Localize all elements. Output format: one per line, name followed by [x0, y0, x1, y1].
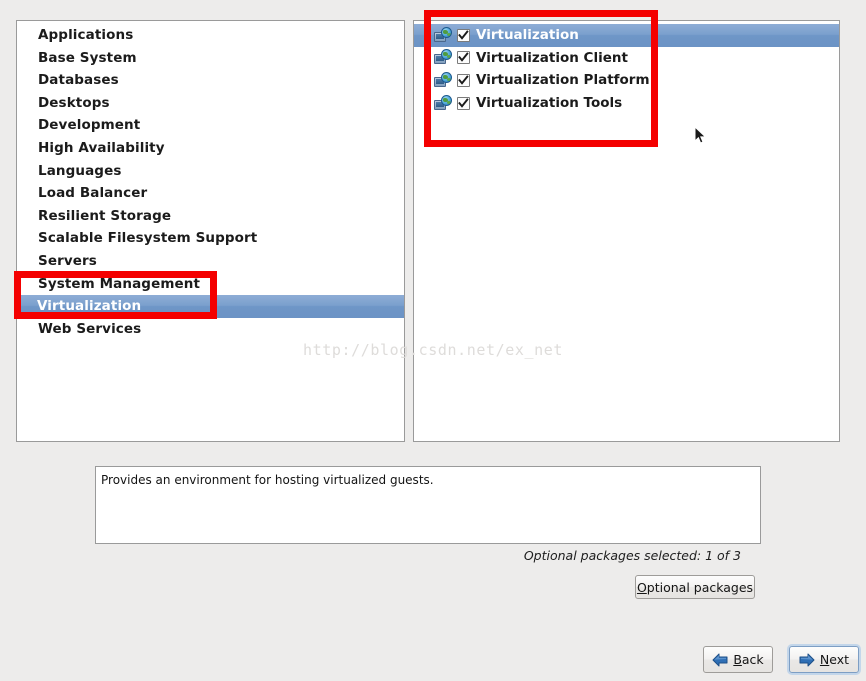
group-list-item-label: Desktops: [38, 94, 110, 111]
group-list-item-label: Databases: [38, 72, 119, 89]
group-list-item-label: Virtualization: [37, 298, 142, 315]
watermark-url: http://blog.csdn.net/ex_net: [303, 341, 564, 359]
package-list-item-label: Virtualization Tools: [476, 95, 623, 112]
group-list-item[interactable]: System Management: [17, 273, 404, 296]
package-network-computer-icon: [434, 71, 452, 89]
back-mnemonic: B: [733, 652, 742, 667]
group-list-item-label: Servers: [38, 252, 97, 269]
group-list-item[interactable]: Base System: [17, 47, 404, 70]
package-list-item-label: Virtualization Client: [476, 49, 628, 66]
group-list-item[interactable]: Web Services: [17, 318, 404, 341]
package-list[interactable]: Virtualization Virtualization Client Virtu…: [414, 21, 839, 441]
group-list-item-label: System Management: [38, 275, 201, 292]
group-list-item-label: Base System: [38, 49, 137, 66]
optional-packages-button[interactable]: Optional packages: [635, 575, 755, 599]
group-list-item-label: Development: [38, 117, 141, 134]
group-list-item-label: Load Balancer: [38, 185, 148, 202]
group-list-item[interactable]: Applications: [17, 24, 404, 47]
back-suffix: ack: [741, 652, 764, 667]
package-list-item-label: Virtualization: [476, 27, 579, 44]
package-checkbox[interactable]: [457, 28, 470, 42]
next-button[interactable]: Next: [789, 646, 859, 673]
package-network-computer-icon: [434, 94, 452, 112]
group-list-item[interactable]: Virtualization: [17, 295, 404, 318]
package-group-list[interactable]: Applications Base System Databases Desktops…: [17, 21, 404, 441]
back-button-label: Back: [733, 652, 763, 667]
group-description-box: Provides an environment for hosting virt…: [95, 466, 761, 544]
next-suffix: ext: [829, 652, 850, 667]
group-list-item-label: Web Services: [38, 320, 142, 337]
group-list-item[interactable]: Servers: [17, 250, 404, 273]
group-list-item[interactable]: Desktops: [17, 92, 404, 115]
next-button-label: Next: [820, 652, 849, 667]
package-list-item[interactable]: Virtualization: [414, 24, 839, 47]
group-list-item[interactable]: Development: [17, 114, 404, 137]
package-list-item[interactable]: Virtualization Platform: [414, 69, 839, 92]
package-checkbox[interactable]: [457, 51, 470, 65]
arrow-left-icon: [712, 653, 728, 667]
optional-packages-suffix: ptional packages: [646, 579, 754, 595]
package-checkbox[interactable]: [457, 73, 470, 87]
group-list-item[interactable]: High Availability: [17, 137, 404, 160]
group-list-item[interactable]: Languages: [17, 160, 404, 183]
group-list-item-label: High Availability: [38, 139, 165, 156]
group-description-text: Provides an environment for hosting virt…: [101, 473, 434, 487]
group-list-item[interactable]: Resilient Storage: [17, 205, 404, 228]
optional-packages-count: Optional packages selected: 1 of 3: [523, 548, 741, 563]
back-button[interactable]: Back: [703, 646, 773, 673]
arrow-right-icon: [799, 653, 815, 667]
package-list-item-label: Virtualization Platform: [476, 72, 650, 89]
package-group-panel[interactable]: Applications Base System Databases Desktops…: [16, 20, 405, 442]
package-panel[interactable]: Virtualization Virtualization Client Virtu…: [413, 20, 840, 442]
next-mnemonic: N: [819, 652, 830, 667]
group-list-item-label: Resilient Storage: [38, 207, 172, 224]
package-list-item[interactable]: Virtualization Tools: [414, 92, 839, 115]
group-list-item-label: Scalable Filesystem Support: [38, 230, 258, 247]
package-network-computer-icon: [434, 26, 452, 44]
group-list-item[interactable]: Load Balancer: [17, 182, 404, 205]
group-list-item-label: Applications: [38, 27, 134, 43]
group-list-item[interactable]: Scalable Filesystem Support: [17, 227, 404, 250]
optional-packages-mnemonic: O: [636, 579, 647, 595]
group-list-item[interactable]: Databases: [17, 69, 404, 92]
package-network-computer-icon: [434, 49, 452, 66]
package-list-item[interactable]: Virtualization Client: [414, 47, 839, 70]
package-checkbox[interactable]: [457, 96, 470, 110]
group-list-item-label: Languages: [38, 162, 122, 179]
optional-packages-button-label: Optional packages: [637, 580, 753, 595]
